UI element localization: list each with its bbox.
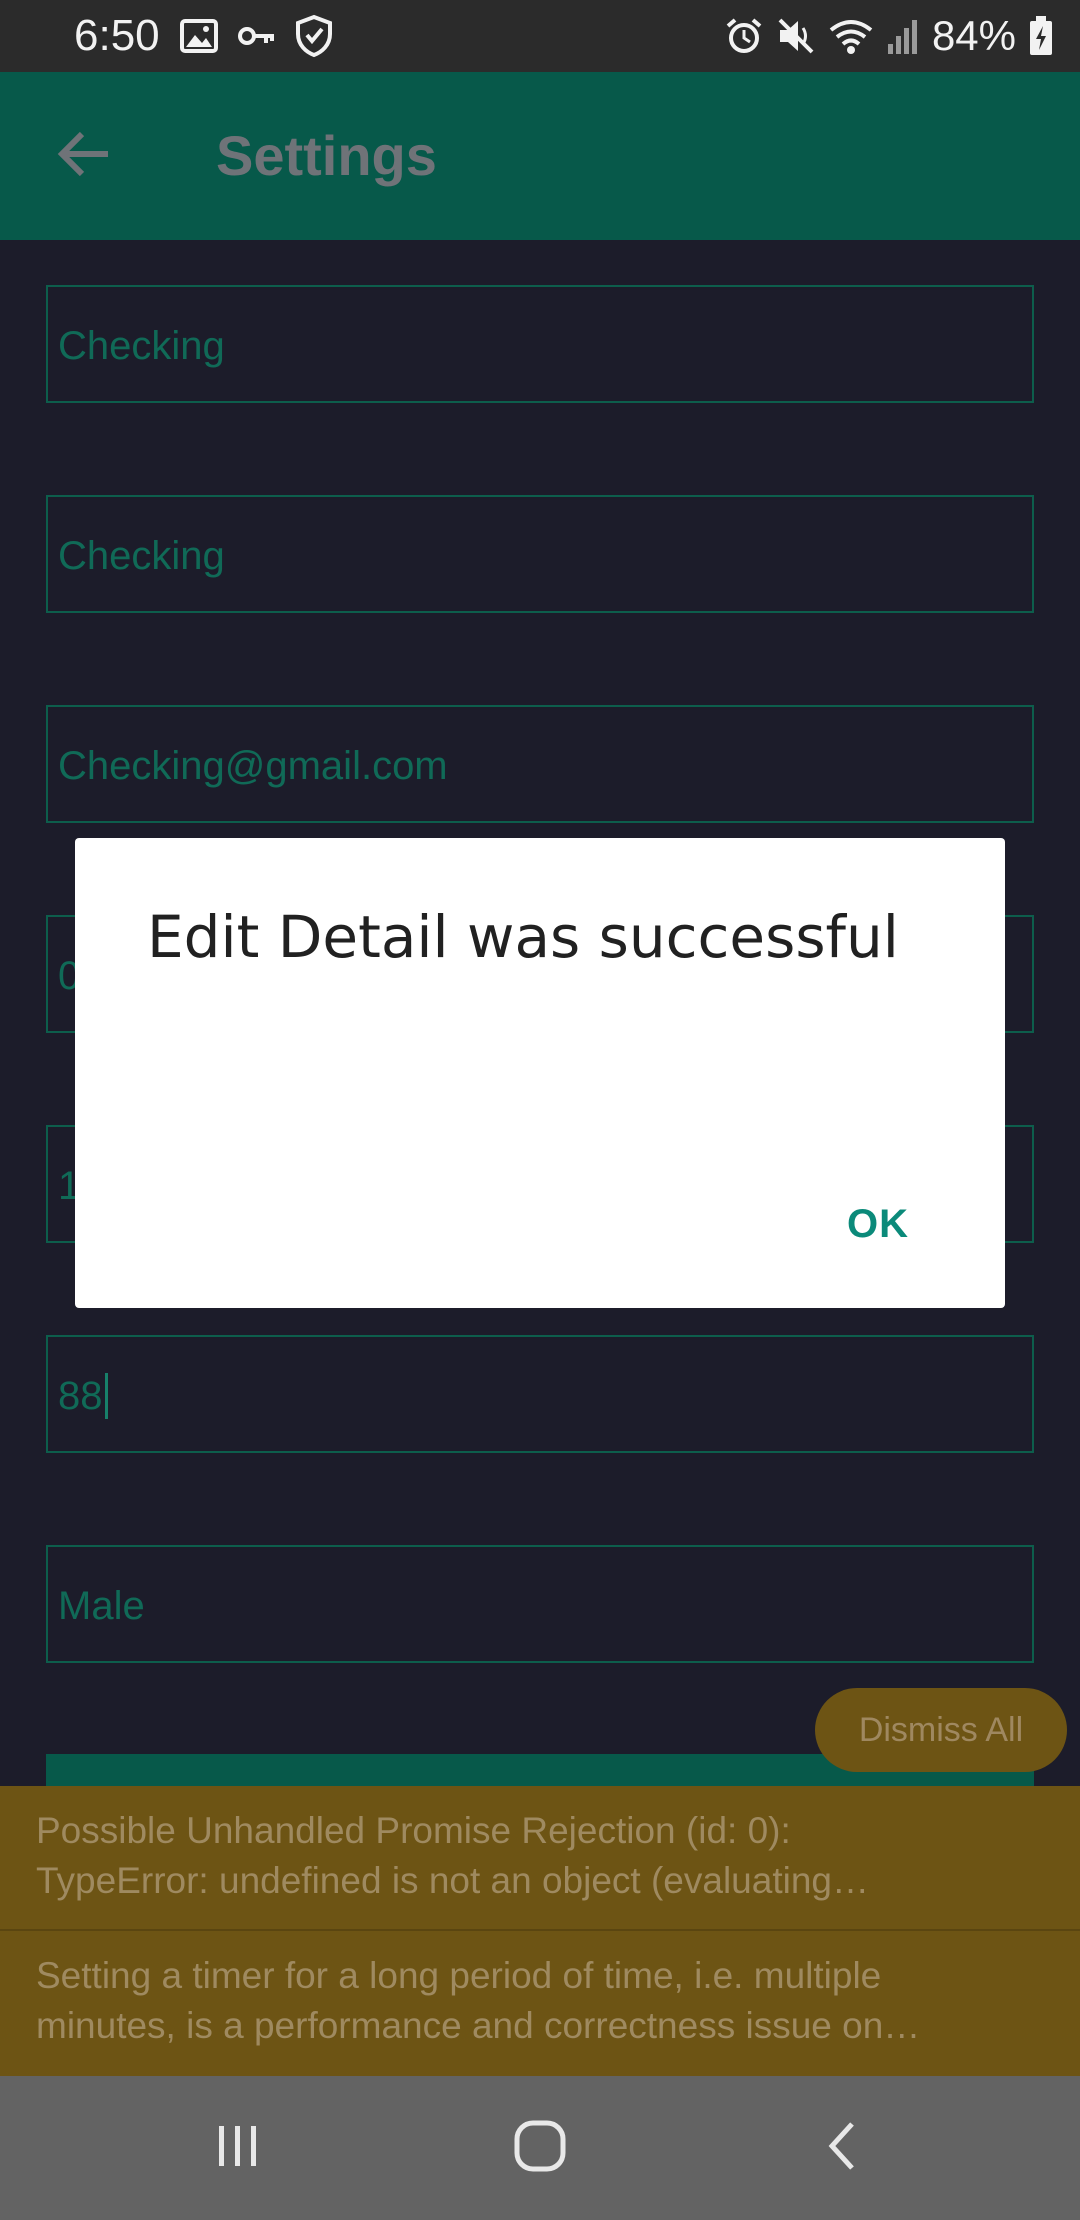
warning-line: Possible Unhandled Promise Rejection (id… (36, 1810, 791, 1851)
email-field[interactable]: Checking@gmail.com (46, 705, 1034, 823)
status-time: 6:50 (74, 11, 160, 60)
battery-percent: 84% (931, 12, 1016, 59)
ok-button[interactable]: OK (847, 1196, 909, 1252)
warning-line: minutes, is a performance and correctnes… (36, 2005, 921, 2046)
recent-apps-icon (213, 2122, 263, 2175)
age-field[interactable]: 88 (46, 1335, 1034, 1453)
recent-apps-button[interactable] (188, 2106, 288, 2190)
status-bar: 6:50 84% (0, 0, 1080, 72)
home-button[interactable] (490, 2106, 590, 2190)
last-name-field[interactable]: Checking (46, 495, 1034, 613)
nav-back-button[interactable] (792, 2106, 892, 2190)
image-icon (180, 17, 218, 55)
back-icon (824, 2120, 860, 2177)
wifi-icon (828, 16, 874, 56)
success-dialog: Edit Detail was successful OK (75, 838, 1005, 1308)
home-icon (513, 2119, 567, 2178)
field-value: Checking@gmail.com (58, 744, 448, 788)
key-icon (236, 17, 276, 55)
warning-item[interactable]: Possible Unhandled Promise Rejection (id… (0, 1786, 1080, 1930)
first-name-field[interactable]: Checking (46, 285, 1034, 403)
mute-icon (776, 16, 816, 56)
gender-field[interactable]: Male (46, 1545, 1034, 1663)
warning-item[interactable]: Setting a timer for a long period of tim… (0, 1931, 1080, 2076)
battery-icon (1028, 15, 1054, 57)
shield-icon (294, 14, 334, 58)
back-button[interactable] (44, 116, 124, 196)
dismiss-all-button[interactable]: Dismiss All (815, 1688, 1067, 1772)
field-value: Checking (58, 534, 225, 578)
arrow-back-icon (56, 130, 112, 183)
text-cursor (104, 1373, 108, 1419)
page-title: Settings (216, 124, 437, 187)
app-toolbar: Settings (0, 72, 1080, 240)
dialog-title: Edit Detail was successful (147, 903, 899, 971)
warning-line: Setting a timer for a long period of tim… (36, 1955, 882, 1996)
alarm-icon (724, 16, 764, 56)
field-value: Male (58, 1584, 145, 1628)
field-value: 88 (58, 1373, 108, 1419)
warning-line: TypeError: undefined is not an object (e… (36, 1860, 869, 1901)
system-nav-bar (0, 2076, 1080, 2220)
field-value: Checking (58, 324, 225, 368)
signal-icon (886, 16, 920, 56)
